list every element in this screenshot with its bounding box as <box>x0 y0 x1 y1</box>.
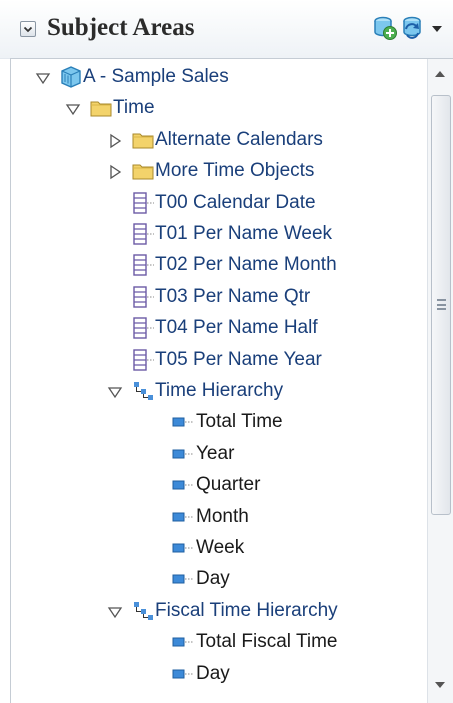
tree-item-total-fiscal-time-18[interactable]: Total Fiscal Time <box>11 628 427 658</box>
column-icon <box>131 285 155 309</box>
tree-item-week-15[interactable]: Week <box>11 534 427 564</box>
tree-item-label: T02 Per Name Month <box>155 254 337 276</box>
tree-item-label: Time <box>113 97 155 119</box>
tree-item-label: Month <box>196 505 249 527</box>
folder-icon <box>131 128 155 152</box>
subject-areas-panel: Subject Areas A - Sample Sales Time Altern… <box>0 0 453 703</box>
tree-item-day-19[interactable]: Day <box>11 660 427 690</box>
tree-item-label: A - Sample Sales <box>83 66 229 87</box>
tree-item-label: Day <box>196 568 230 590</box>
level-icon <box>171 662 195 686</box>
level-icon <box>171 505 195 529</box>
tree-item-t03-per-name-qtr-7[interactable]: T03 Per Name Qtr <box>11 283 427 313</box>
collapse-panel-toggle[interactable] <box>20 21 36 37</box>
expanded-triangle-icon[interactable] <box>35 70 51 86</box>
expanded-triangle-icon[interactable] <box>107 604 123 620</box>
tree-item-label: Fiscal Time Hierarchy <box>155 599 338 621</box>
tree-item-label: T04 Per Name Half <box>155 317 318 339</box>
tree-item-t04-per-name-half-8[interactable]: T04 Per Name Half <box>11 314 427 344</box>
tree-item-time-1[interactable]: Time <box>11 94 427 124</box>
tree-item-month-14[interactable]: Month <box>11 503 427 533</box>
tree-item-label: Week <box>196 537 245 558</box>
tree-item-label: T03 Per Name Qtr <box>155 285 311 307</box>
tree-item-label: Alternate Calendars <box>155 128 323 150</box>
level-icon <box>171 473 195 497</box>
column-icon <box>131 253 155 277</box>
tree-item-label: T01 Per Name Week <box>155 223 333 244</box>
refresh-icon <box>403 16 421 39</box>
add-subject-area-button[interactable] <box>370 13 398 41</box>
level-icon <box>171 630 195 654</box>
folder-icon <box>131 159 155 183</box>
tree-item-quarter-13[interactable]: Quarter <box>11 471 427 501</box>
tree-item-label: T05 Per Name Year <box>155 348 322 370</box>
tree-item-day-16[interactable]: Day <box>11 565 427 595</box>
tree-item-total-time-11[interactable]: Total Time <box>11 408 427 438</box>
chevron-down-icon <box>23 26 33 33</box>
folder-icon <box>89 96 113 120</box>
tree-item-t01-per-name-week-5[interactable]: T01 Per Name Week <box>11 220 427 250</box>
tree-item-a-sample-sales-0[interactable]: A - Sample Sales <box>11 63 427 93</box>
tree-item-fiscal-time-hierarchy-17[interactable]: Fiscal Time Hierarchy <box>11 597 427 627</box>
refresh-button[interactable] <box>398 13 426 41</box>
level-icon <box>171 567 195 591</box>
tree-item-time-hierarchy-10[interactable]: Time Hierarchy <box>11 377 427 407</box>
scroll-grip-icon <box>437 299 446 310</box>
tree-item-t00-calendar-date-4[interactable]: T00 Calendar Date <box>11 189 427 219</box>
level-icon <box>171 410 195 434</box>
collapsed-triangle-icon[interactable] <box>107 133 123 149</box>
level-icon <box>171 442 195 466</box>
column-icon <box>131 348 155 372</box>
tree-item-alternate-calendars-2[interactable]: Alternate Calendars <box>11 126 427 156</box>
hierarchy-icon <box>131 379 155 403</box>
column-icon <box>131 222 155 246</box>
tree-item-year-12[interactable]: Year <box>11 440 427 470</box>
panel-header: Subject Areas <box>0 0 453 59</box>
scroll-up-arrow[interactable] <box>435 71 445 77</box>
collapsed-triangle-icon[interactable] <box>107 164 123 180</box>
tree-item-label: T00 Calendar Date <box>155 191 316 213</box>
scroll-down-arrow[interactable] <box>435 682 445 688</box>
scroll-thumb[interactable] <box>431 95 451 515</box>
tree-item-label: More Time Objects <box>155 160 315 182</box>
column-icon <box>131 316 155 340</box>
tree-item-label: Day <box>196 662 230 684</box>
tree-item-label: Quarter <box>196 474 261 496</box>
expanded-triangle-icon[interactable] <box>107 384 123 400</box>
expanded-triangle-icon[interactable] <box>65 101 81 117</box>
level-icon <box>171 536 195 560</box>
add-subject-area-icon <box>374 16 397 40</box>
tree-item-label: Year <box>196 442 235 464</box>
vertical-scrollbar[interactable] <box>427 59 453 703</box>
tree-item-more-time-objects-3[interactable]: More Time Objects <box>11 157 427 187</box>
hierarchy-icon <box>131 599 155 623</box>
tree-item-t02-per-name-month-6[interactable]: T02 Per Name Month <box>11 251 427 281</box>
tree-item-label: Total Fiscal Time <box>196 631 338 653</box>
column-icon <box>131 191 155 215</box>
panel-menu-arrow[interactable] <box>432 26 442 32</box>
tree-item-label: Time Hierarchy <box>155 380 284 401</box>
tree-frame: A - Sample Sales Time Alternate Calendars M… <box>10 58 453 703</box>
panel-title: Subject Areas <box>47 14 195 41</box>
subject-area-cube-icon <box>59 65 83 89</box>
tree-item-label: Total Time <box>196 411 283 433</box>
tree-item-t05-per-name-year-9[interactable]: T05 Per Name Year <box>11 346 427 376</box>
subject-area-tree: A - Sample Sales Time Alternate Calendars M… <box>11 59 427 703</box>
